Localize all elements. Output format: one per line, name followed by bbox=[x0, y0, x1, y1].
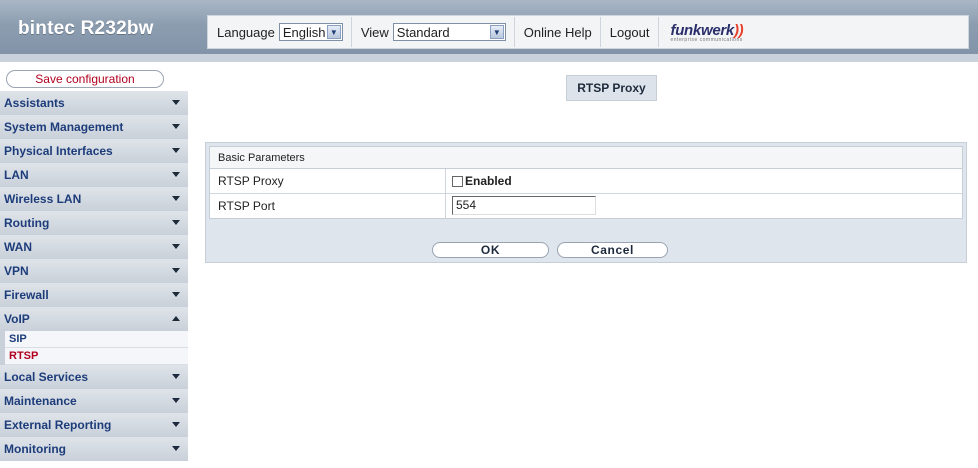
chevron-down-icon: ▼ bbox=[326, 25, 341, 39]
basic-parameters-table: Basic Parameters RTSP Proxy Enabled RTSP… bbox=[209, 146, 963, 219]
table-row: RTSP Proxy Enabled bbox=[210, 169, 962, 194]
logo-subtext: enterprise communications bbox=[670, 36, 743, 43]
rtsp-proxy-enabled-checkbox[interactable] bbox=[452, 175, 463, 187]
view-value: Standard bbox=[396, 24, 450, 40]
sidebar-item-label: VPN bbox=[4, 263, 29, 278]
sidebar: Save configuration Assistants System Man… bbox=[0, 68, 188, 468]
settings-panel: Basic Parameters RTSP Proxy Enabled RTSP… bbox=[205, 142, 967, 263]
toolbar-divider bbox=[599, 17, 601, 47]
sidebar-item-system-management[interactable]: System Management bbox=[0, 115, 188, 139]
sidebar-item-label: Routing bbox=[4, 215, 50, 230]
chevron-down-icon: ▼ bbox=[489, 25, 504, 39]
ok-button[interactable]: OK bbox=[432, 242, 549, 258]
sidebar-item-lan[interactable]: LAN bbox=[0, 163, 188, 187]
sidebar-item-wireless-lan[interactable]: Wireless LAN bbox=[0, 187, 188, 211]
chevron-down-icon bbox=[172, 244, 180, 249]
chevron-down-icon bbox=[172, 398, 180, 403]
sidebar-item-label: Firewall bbox=[4, 287, 49, 302]
brand-title: bintec R232bw bbox=[18, 18, 154, 39]
table-row: RTSP Port 554 bbox=[210, 194, 962, 218]
sidebar-menu: Assistants System Management Physical In… bbox=[0, 91, 188, 461]
save-configuration-button[interactable]: Save configuration bbox=[6, 70, 164, 88]
language-value: English bbox=[282, 24, 326, 40]
sidebar-item-routing[interactable]: Routing bbox=[0, 211, 188, 235]
rtsp-port-value-cell: 554 bbox=[446, 194, 962, 218]
rtsp-proxy-label: RTSP Proxy bbox=[210, 169, 446, 193]
sidebar-item-label: Maintenance bbox=[4, 393, 77, 408]
chevron-down-icon bbox=[172, 220, 180, 225]
rtsp-port-input[interactable]: 554 bbox=[452, 195, 596, 215]
chevron-down-icon bbox=[172, 148, 180, 153]
language-select[interactable]: English ▼ bbox=[278, 23, 343, 41]
sidebar-item-label: Monitoring bbox=[4, 441, 66, 456]
chevron-down-icon bbox=[172, 374, 180, 379]
chevron-down-icon bbox=[172, 124, 180, 129]
sidebar-item-label: Wireless LAN bbox=[4, 191, 82, 206]
form-buttons: OK Cancel bbox=[206, 238, 966, 262]
enabled-checkbox-label[interactable]: Enabled bbox=[465, 174, 512, 188]
sidebar-item-assistants[interactable]: Assistants bbox=[0, 91, 188, 115]
chevron-down-icon bbox=[172, 268, 180, 273]
sidebar-item-firewall[interactable]: Firewall bbox=[0, 283, 188, 307]
chevron-down-icon bbox=[172, 196, 180, 201]
sidebar-subitem-sip[interactable]: SIP bbox=[5, 331, 188, 348]
sidebar-item-monitoring[interactable]: Monitoring bbox=[0, 437, 188, 461]
sidebar-item-label: Assistants bbox=[4, 95, 65, 110]
chevron-down-icon bbox=[172, 446, 180, 451]
rtsp-port-label: RTSP Port bbox=[210, 194, 446, 218]
logout-link[interactable]: Logout bbox=[610, 25, 650, 40]
view-select[interactable]: Standard ▼ bbox=[392, 23, 506, 41]
language-label: Language bbox=[217, 24, 275, 40]
sidebar-item-external-reporting[interactable]: External Reporting bbox=[0, 413, 188, 437]
sidebar-item-vpn[interactable]: VPN bbox=[0, 259, 188, 283]
chevron-down-icon bbox=[172, 172, 180, 177]
page-title: RTSP Proxy bbox=[566, 75, 657, 101]
voip-submenu: SIP RTSP bbox=[0, 331, 188, 365]
chevron-down-icon bbox=[172, 100, 180, 105]
top-toolbar: Language English ▼ View Standard ▼ Onlin… bbox=[207, 15, 969, 49]
chevron-down-icon bbox=[172, 292, 180, 297]
sidebar-item-wan[interactable]: WAN bbox=[0, 235, 188, 259]
sidebar-item-label: LAN bbox=[4, 167, 29, 182]
cancel-button[interactable]: Cancel bbox=[557, 242, 668, 258]
toolbar-divider bbox=[513, 17, 515, 47]
sidebar-item-label: External Reporting bbox=[4, 417, 112, 432]
funkwerk-logo: funkwerk)) enterprise communications bbox=[671, 22, 744, 43]
sidebar-item-local-services[interactable]: Local Services bbox=[0, 365, 188, 389]
sidebar-subitem-rtsp[interactable]: RTSP bbox=[5, 348, 188, 365]
toolbar-divider bbox=[350, 17, 352, 47]
sidebar-item-maintenance[interactable]: Maintenance bbox=[0, 389, 188, 413]
sidebar-item-label: VoIP bbox=[4, 311, 30, 326]
sidebar-item-physical-interfaces[interactable]: Physical Interfaces bbox=[0, 139, 188, 163]
sidebar-item-label: System Management bbox=[4, 119, 124, 134]
toolbar-divider bbox=[657, 17, 659, 47]
chevron-up-icon bbox=[172, 316, 180, 321]
rtsp-proxy-value-cell: Enabled bbox=[446, 169, 962, 193]
section-title: Basic Parameters bbox=[210, 147, 962, 169]
view-label: View bbox=[360, 24, 389, 40]
sidebar-item-label: Physical Interfaces bbox=[4, 143, 113, 158]
chevron-down-icon bbox=[172, 422, 180, 427]
online-help-link[interactable]: Online Help bbox=[524, 25, 592, 40]
header-banner: bintec R232bw Language English ▼ View St… bbox=[0, 0, 978, 62]
sidebar-item-label: WAN bbox=[4, 239, 32, 254]
sidebar-item-voip[interactable]: VoIP bbox=[0, 307, 188, 331]
sidebar-item-label: Local Services bbox=[4, 369, 89, 384]
